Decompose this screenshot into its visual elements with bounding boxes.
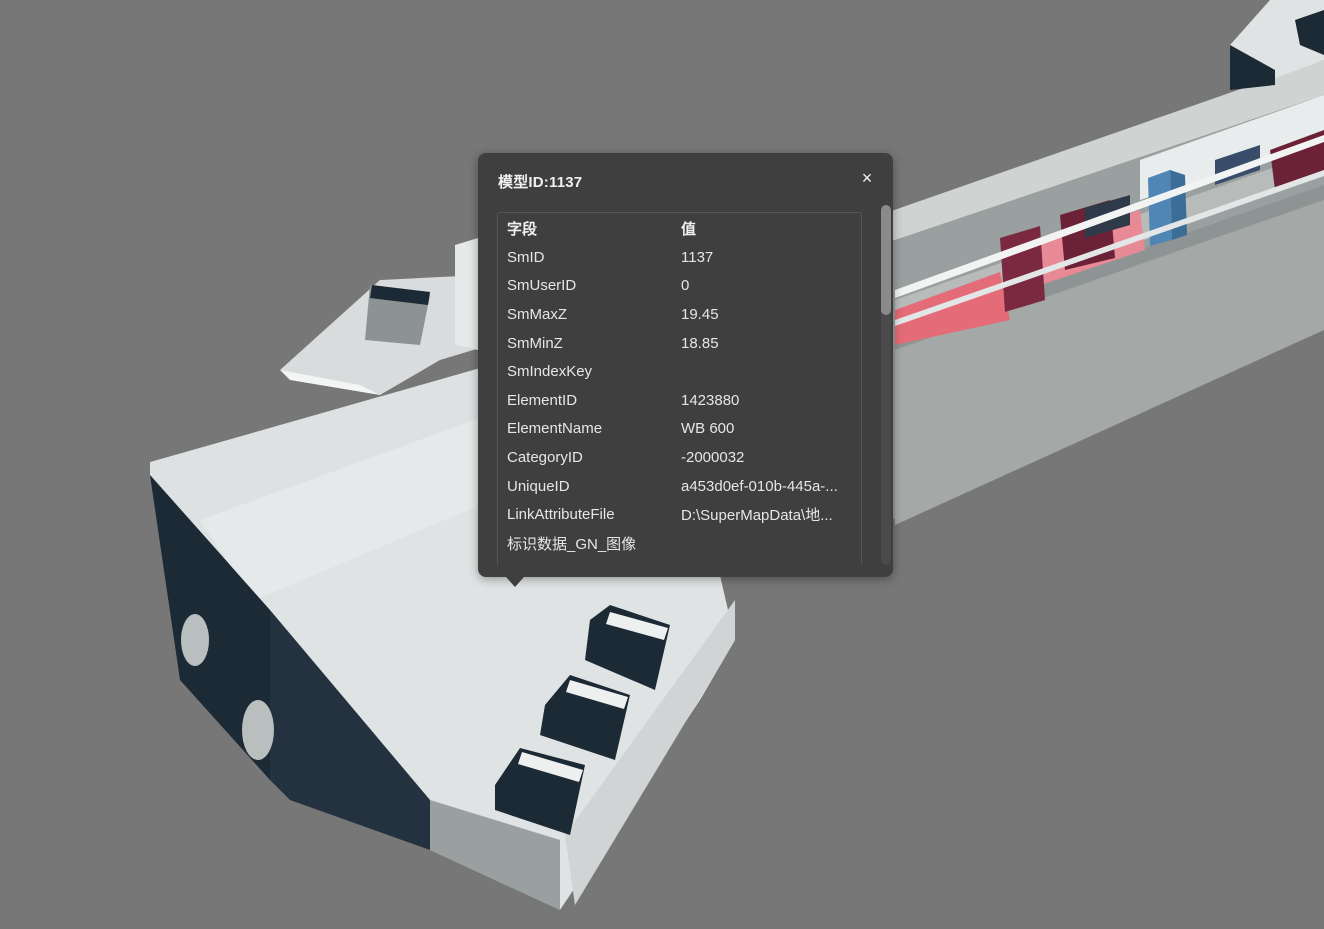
field-cell: UniqueID — [507, 477, 570, 495]
table-row: SmIndexKey — [498, 357, 861, 386]
table-header-row: 字段 值 — [498, 213, 861, 243]
value-cell: -2000032 — [681, 448, 745, 466]
field-cell: SmIndexKey — [507, 363, 593, 381]
3d-viewport[interactable]: 模型ID:1137 × 字段 值 SmID 1137 SmUserID 0 Sm… — [0, 0, 1324, 929]
field-cell: SmID — [507, 248, 545, 266]
value-cell: 18.85 — [681, 334, 719, 352]
attribute-popup: 模型ID:1137 × 字段 值 SmID 1137 SmUserID 0 Sm… — [478, 153, 893, 587]
close-icon[interactable]: × — [859, 169, 875, 187]
attribute-table-container[interactable]: 字段 值 SmID 1137 SmUserID 0 SmMaxZ 19.45 S… — [497, 212, 862, 565]
value-cell: D:\SuperMapData\地... — [681, 507, 833, 525]
value-cell: WB 600 — [681, 420, 735, 438]
field-cell: ElementName — [507, 420, 603, 438]
field-cell: SmMaxZ — [507, 305, 567, 323]
table-row: SmUserID 0 — [498, 272, 861, 301]
table-row: ElementName WB 600 — [498, 415, 861, 444]
value-cell — [672, 529, 861, 558]
table-row: ElementID 1423880 — [498, 386, 861, 415]
field-cell: CategoryID — [507, 448, 583, 466]
table-row: SmMaxZ 19.45 — [498, 300, 861, 329]
value-cell: 0 — [681, 277, 690, 295]
attribute-table: 字段 值 SmID 1137 SmUserID 0 SmMaxZ 19.45 S… — [498, 213, 861, 558]
value-cell: 1423880 — [681, 391, 740, 409]
header-value: 值 — [681, 220, 697, 238]
corridor-model[interactable] — [880, 0, 1324, 525]
table-row: 标识数据_GN_图像 — [498, 529, 861, 558]
table-row: UniqueID a453d0ef-010b-445a-... — [498, 472, 861, 501]
scrollbar-thumb[interactable] — [881, 205, 891, 315]
field-cell: SmMinZ — [507, 334, 563, 352]
popup-pointer — [506, 577, 524, 587]
field-cell: ElementID — [507, 391, 578, 409]
table-row: LinkAttributeFile D:\SuperMapData\地... — [498, 500, 861, 529]
popup-scrollbar[interactable] — [881, 205, 891, 565]
table-row: SmMinZ 18.85 — [498, 329, 861, 358]
value-cell: a453d0ef-010b-445a-... — [681, 477, 838, 495]
field-cell: SmUserID — [507, 277, 577, 295]
value-cell: 19.45 — [681, 305, 719, 323]
stair-model[interactable] — [280, 238, 490, 395]
field-cell: 标识数据_GN_图像 — [507, 535, 637, 553]
value-cell: 1137 — [681, 248, 714, 266]
field-cell: LinkAttributeFile — [507, 506, 615, 524]
popup-title: 模型ID:1137 — [498, 174, 583, 191]
header-field: 字段 — [507, 220, 538, 238]
value-cell — [672, 357, 861, 386]
table-row: SmID 1137 — [498, 243, 861, 272]
table-row: CategoryID -2000032 — [498, 443, 861, 472]
